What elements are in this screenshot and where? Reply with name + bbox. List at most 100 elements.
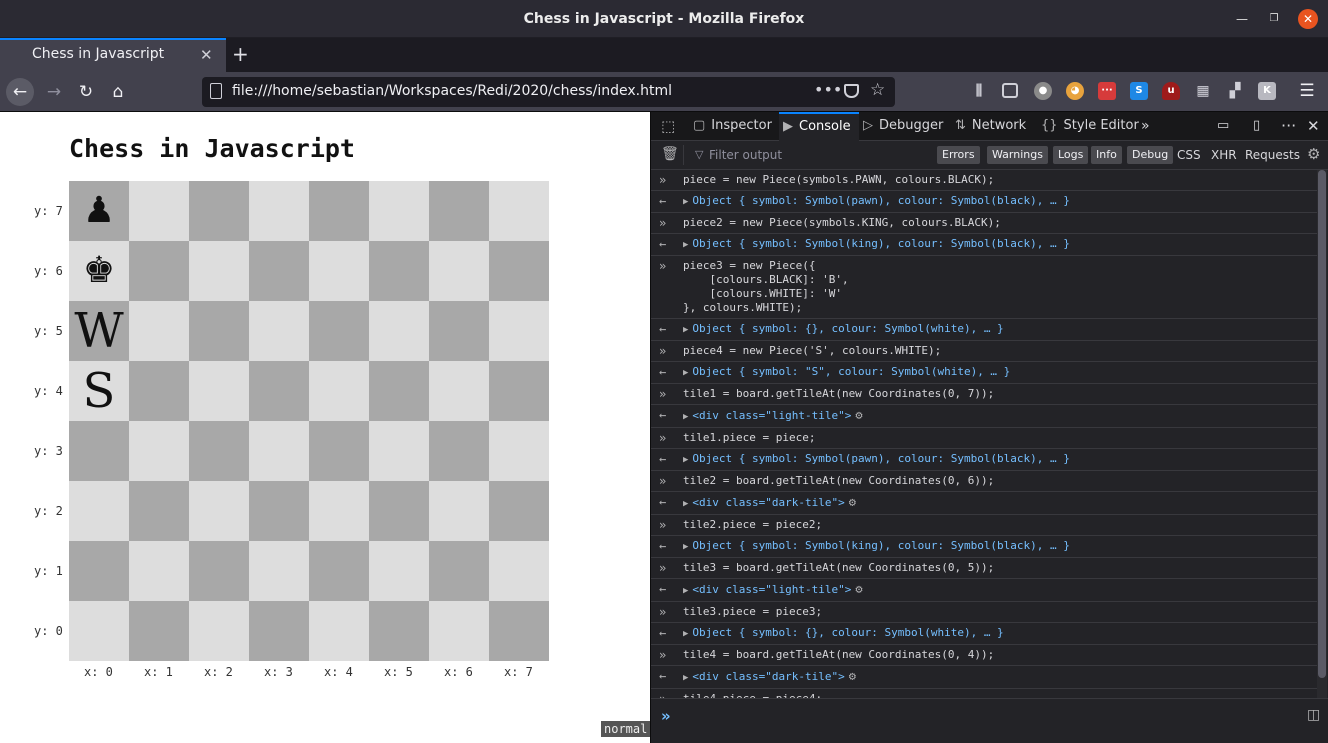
more-tabs-chevron-icon[interactable]: » <box>1141 112 1150 141</box>
tile-x7-y7[interactable] <box>489 181 549 241</box>
tab-inspector[interactable]: ▢ Inspector <box>693 112 772 141</box>
console-result[interactable]: ← ▶ <div class="light-tile"> ⚙ <box>651 579 1317 602</box>
ublock-origin-icon[interactable]: u <box>1162 82 1180 100</box>
tile-x6-y4[interactable] <box>429 361 489 421</box>
clear-console-trash-icon[interactable]: 🗑 <box>661 146 679 162</box>
tile-x7-y5[interactable] <box>489 301 549 361</box>
extension-grid-icon[interactable]: ▦ <box>1194 82 1212 100</box>
tile-x4-y7[interactable] <box>309 181 369 241</box>
tile-x4-y5[interactable] <box>309 301 369 361</box>
tile-x0-y2[interactable] <box>69 481 129 541</box>
tab-style-editor[interactable]: {} Style Editor <box>1041 112 1139 141</box>
extension-s-icon[interactable]: S <box>1130 82 1148 100</box>
minimize-button[interactable]: — <box>1232 9 1252 29</box>
expand-triangle-icon[interactable]: ▶ <box>683 455 688 465</box>
tile-x1-y7[interactable] <box>129 181 189 241</box>
back-button[interactable]: ← <box>6 78 34 106</box>
tile-x6-y1[interactable] <box>429 541 489 601</box>
inspect-node-icon[interactable]: ⚙ <box>855 582 862 596</box>
tile-x3-y1[interactable] <box>249 541 309 601</box>
tile-x1-y5[interactable] <box>129 301 189 361</box>
tile-x4-y4[interactable] <box>309 361 369 421</box>
tile-x7-y6[interactable] <box>489 241 549 301</box>
expand-triangle-icon[interactable]: ▶ <box>683 412 688 422</box>
filter-requests-button[interactable]: Requests <box>1245 146 1300 164</box>
tile-x0-y6[interactable]: ♚ <box>69 241 129 301</box>
tile-x2-y4[interactable] <box>189 361 249 421</box>
tile-x6-y0[interactable] <box>429 601 489 661</box>
expand-triangle-icon[interactable]: ▶ <box>683 368 688 378</box>
inspect-node-icon[interactable]: ⚙ <box>849 669 856 683</box>
tile-x4-y0[interactable] <box>309 601 369 661</box>
filter-css-button[interactable]: CSS <box>1177 146 1201 164</box>
console-result[interactable]: ← ▶ Object { symbol: Symbol(king), colour:… <box>651 234 1317 256</box>
tile-x1-y2[interactable] <box>129 481 189 541</box>
tile-x3-y7[interactable] <box>249 181 309 241</box>
chess-piece[interactable]: ♚ <box>69 241 129 301</box>
close-window-button[interactable]: ✕ <box>1298 9 1318 29</box>
editor-mode-icon[interactable]: ◫ <box>1307 707 1320 723</box>
console-result[interactable]: ← ▶ Object { symbol: {}, colour: Symbol(wh… <box>651 623 1317 645</box>
inspect-node-icon[interactable]: ⚙ <box>849 495 856 509</box>
filter-xhr-button[interactable]: XHR <box>1211 146 1237 164</box>
url-bar[interactable]: file:///home/sebastian/Workspaces/Redi/2… <box>202 77 895 107</box>
filter-output-input[interactable] <box>709 146 929 164</box>
library-icon[interactable]: ⫼ <box>970 82 988 100</box>
tile-x5-y4[interactable] <box>369 361 429 421</box>
tile-x2-y0[interactable] <box>189 601 249 661</box>
tile-x0-y0[interactable] <box>69 601 129 661</box>
level-info-button[interactable]: Info <box>1091 146 1122 164</box>
tab-debugger[interactable]: ▷ Debugger <box>863 112 943 141</box>
tile-x6-y3[interactable] <box>429 421 489 481</box>
expand-triangle-icon[interactable]: ▶ <box>683 673 688 683</box>
new-tab-button[interactable]: + <box>232 42 249 66</box>
tile-x7-y4[interactable] <box>489 361 549 421</box>
tile-x5-y3[interactable] <box>369 421 429 481</box>
forward-button[interactable]: → <box>40 78 68 106</box>
tile-x7-y2[interactable] <box>489 481 549 541</box>
tile-x3-y5[interactable] <box>249 301 309 361</box>
expand-triangle-icon[interactable]: ▶ <box>683 499 688 509</box>
devtools-close-icon[interactable]: ✕ <box>1307 112 1320 141</box>
dock-side-icon[interactable]: ▭ <box>1217 112 1229 141</box>
chess-piece[interactable]: ♟ <box>69 181 129 241</box>
tile-x2-y5[interactable] <box>189 301 249 361</box>
extension-grey-icon[interactable]: K <box>1258 82 1276 100</box>
maximize-button[interactable]: ❐ <box>1264 9 1284 29</box>
page-actions-icon[interactable]: ••• <box>814 80 842 99</box>
tile-x3-y3[interactable] <box>249 421 309 481</box>
sidebar-icon[interactable] <box>1002 83 1018 98</box>
extension-red-icon[interactable]: ··· <box>1098 82 1116 100</box>
tile-x5-y1[interactable] <box>369 541 429 601</box>
console-scrollbar[interactable] <box>1317 170 1327 698</box>
tile-x3-y4[interactable] <box>249 361 309 421</box>
devtools-menu-icon[interactable]: ··· <box>1281 112 1296 141</box>
console-settings-gear-icon[interactable]: ⚙ <box>1307 145 1320 163</box>
tile-x0-y1[interactable] <box>69 541 129 601</box>
console-result[interactable]: ← ▶ Object { symbol: Symbol(pawn), colour:… <box>651 191 1317 213</box>
console-result[interactable]: ← ▶ Object { symbol: Symbol(king), colour:… <box>651 536 1317 558</box>
tile-x2-y3[interactable] <box>189 421 249 481</box>
console-result[interactable]: ← ▶ <div class="dark-tile"> ⚙ <box>651 666 1317 689</box>
console-result[interactable]: ← ▶ <div class="dark-tile"> ⚙ <box>651 492 1317 515</box>
tile-x1-y0[interactable] <box>129 601 189 661</box>
tile-x1-y3[interactable] <box>129 421 189 481</box>
tile-x6-y5[interactable] <box>429 301 489 361</box>
expand-triangle-icon[interactable]: ▶ <box>683 325 688 335</box>
tile-x1-y6[interactable] <box>129 241 189 301</box>
tile-x4-y1[interactable] <box>309 541 369 601</box>
tile-x7-y3[interactable] <box>489 421 549 481</box>
browser-tab[interactable]: Chess in Javascript ✕ <box>0 38 226 72</box>
tile-x7-y1[interactable] <box>489 541 549 601</box>
tile-x3-y2[interactable] <box>249 481 309 541</box>
chess-piece[interactable]: S <box>69 361 129 421</box>
url-text[interactable]: file:///home/sebastian/Workspaces/Redi/2… <box>232 83 672 99</box>
tile-x5-y7[interactable] <box>369 181 429 241</box>
tile-x4-y6[interactable] <box>309 241 369 301</box>
tile-x4-y3[interactable] <box>309 421 369 481</box>
responsive-design-icon[interactable]: ▯ <box>1253 112 1260 141</box>
tile-x6-y6[interactable] <box>429 241 489 301</box>
level-debug-button[interactable]: Debug <box>1127 146 1174 164</box>
home-button[interactable]: ⌂ <box>104 78 132 106</box>
tile-x0-y5[interactable]: W <box>69 301 129 361</box>
